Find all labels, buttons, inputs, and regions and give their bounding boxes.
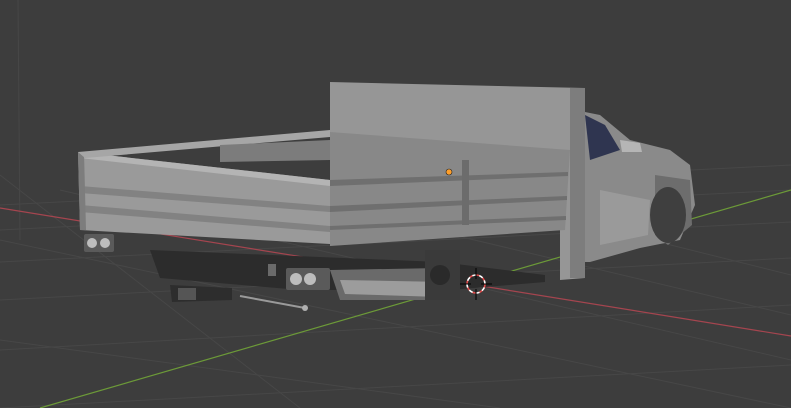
object-origin-dot[interactable] [445,168,453,176]
truck-cab[interactable] [575,110,695,262]
bed-side-wall[interactable] [330,132,570,246]
bed-tailgate[interactable] [78,152,330,244]
3d-viewport[interactable] [0,0,791,408]
viewport-canvas[interactable] [0,0,791,408]
truck-chassis[interactable] [150,250,545,311]
